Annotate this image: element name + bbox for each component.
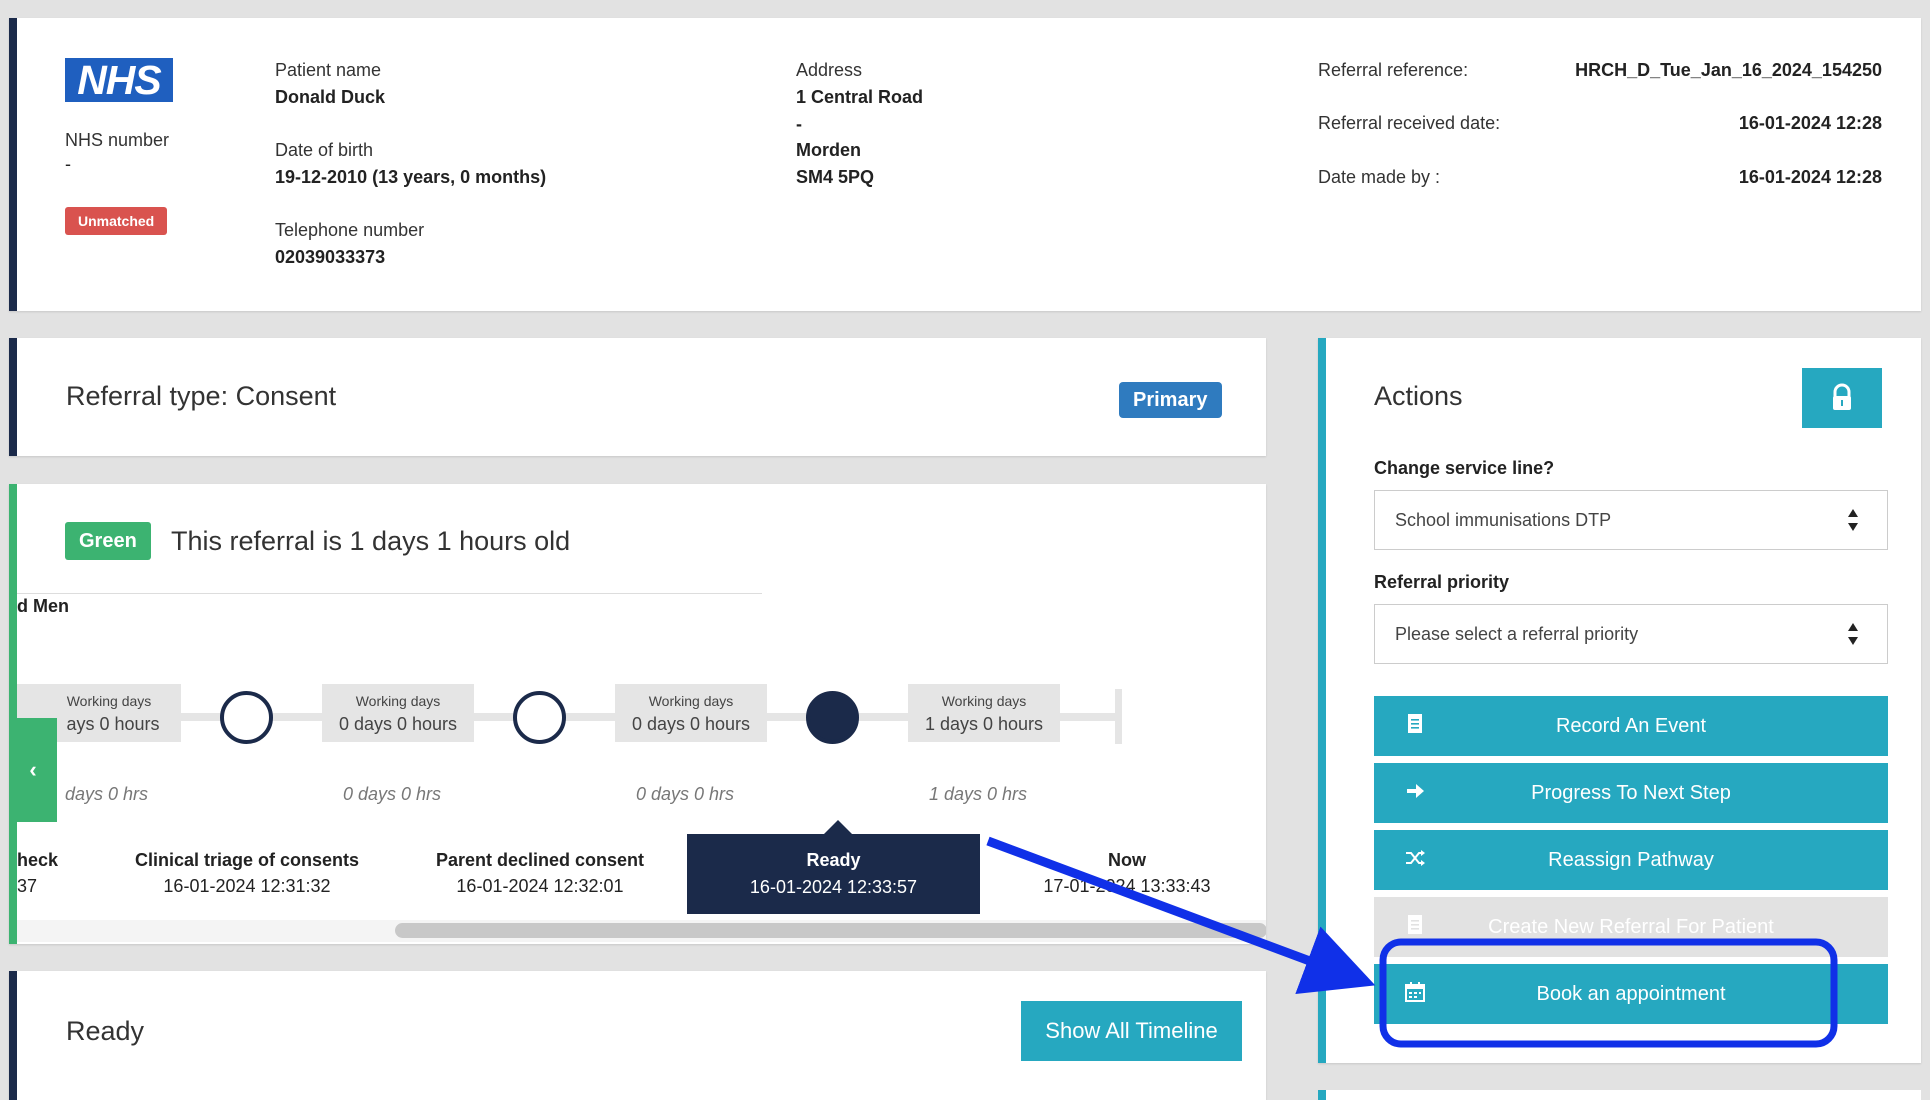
book-appointment-button[interactable]: Book an appointment (1374, 964, 1888, 1024)
chevron-left-icon: ‹ (29, 757, 37, 782)
progress-to-next-step-button[interactable]: Progress To Next Step (1374, 763, 1888, 823)
event-name: heck (17, 850, 59, 870)
arrow-right-icon (1407, 784, 1424, 798)
nhs-number-label: NHS number (65, 130, 170, 150)
event-name: Now (1108, 850, 1146, 870)
primary-badge: Primary (1119, 382, 1222, 418)
duration-value: 1 days 0 hours (924, 714, 1044, 734)
service-line-label: Change service line? (1374, 458, 1555, 478)
clipped-heading: d Men (17, 596, 69, 616)
date-made-by-value: 16-01-2024 12:28 (1738, 167, 1882, 187)
referral-reference-value: HRCH_D_Tue_Jan_16_2024_154250 (1575, 60, 1882, 80)
book-appointment-label: Book an appointment (1536, 983, 1726, 1005)
timeline-prev-button[interactable]: ‹ (9, 718, 57, 822)
address-line-2: - (796, 114, 802, 134)
duration-italic: 1 days 0 hrs (929, 784, 1028, 804)
referral-type-title: Referral type: Consent (66, 381, 337, 411)
event-date: 16-01-2024 12:32:01 (456, 876, 624, 896)
patient-name-label: Patient name (275, 60, 382, 80)
reassign-pathway-button[interactable]: Reassign Pathway (1374, 830, 1888, 890)
shuffle-icon (1406, 850, 1425, 866)
timeline-end-marker (1115, 689, 1122, 744)
nhs-logo: NHS (65, 58, 173, 102)
next-panel-edge (1318, 1090, 1921, 1100)
service-line-value: School immunisations DTP (1395, 510, 1612, 530)
event-date: 16-01-2024 12:31:32 (163, 876, 331, 896)
lock-icon (1833, 383, 1851, 410)
received-date-value: 16-01-2024 12:28 (1738, 113, 1882, 133)
duration-caption: Working days (648, 693, 734, 709)
telephone-label: Telephone number (275, 220, 425, 240)
horizontal-scrollbar-thumb[interactable] (395, 923, 1266, 938)
document-icon (1408, 915, 1422, 934)
duration-box: Working days 0 days 0 hours (615, 684, 767, 742)
record-an-event-label: Record An Event (1555, 715, 1707, 737)
duration-caption: Working days (355, 693, 441, 709)
sort-caret-icon (1848, 623, 1858, 645)
reassign-pathway-label: Reassign Pathway (1548, 849, 1714, 871)
lock-button[interactable] (1802, 368, 1882, 428)
event-date: 37 (17, 876, 38, 896)
service-line-select[interactable]: School immunisations DTP (1374, 490, 1888, 550)
nhs-number-value: - (65, 154, 71, 174)
dob-value: 19-12-2010 (13 years, 0 months) (275, 167, 547, 187)
rag-status-badge: Green (65, 522, 151, 560)
referral-timeline-card: Green This referral is 1 days 1 hours ol… (9, 484, 1266, 944)
address-line-3: Morden (796, 140, 861, 160)
referral-priority-placeholder: Please select a referral priority (1395, 624, 1639, 644)
duration-value: 0 days 0 hours (338, 714, 458, 734)
address-label: Address (796, 60, 863, 80)
referral-type-card: Referral type: Consent Primary (9, 338, 1266, 456)
event-name: Parent declined consent (435, 850, 645, 870)
referral-priority-label: Referral priority (1374, 572, 1510, 592)
referral-reference-label: Referral reference: (1318, 60, 1469, 80)
patient-header-card: NHS NHS number - Unmatched Patient name … (9, 18, 1921, 311)
patient-name-value: Donald Duck (275, 87, 386, 107)
address-postcode: SM4 5PQ (796, 167, 875, 187)
duration-box: Working days 1 days 0 hours (908, 684, 1060, 742)
duration-italic: 0 days 0 hrs (343, 784, 442, 804)
duration-italic: days 0 hrs (65, 784, 149, 804)
current-step-card: Ready Show All Timeline (9, 971, 1266, 1100)
current-event-box[interactable]: Ready 16-01-2024 12:33:57 (687, 834, 980, 914)
current-step-pointer (824, 820, 852, 834)
divider (17, 593, 762, 594)
event-date: 17-01-2024 13:33:43 (1043, 876, 1211, 896)
timeline-node[interactable] (513, 691, 566, 744)
event-name: Clinical triage of consents (134, 850, 360, 870)
duration-box: Working days 0 days 0 hours (322, 684, 474, 742)
timeline-node-current[interactable] (806, 691, 859, 744)
create-new-referral-label: Create New Referral For Patient (1488, 916, 1774, 938)
document-icon (1408, 714, 1422, 733)
duration-caption: Working days (66, 693, 152, 709)
duration-caption: Working days (941, 693, 1027, 709)
referral-age-text: This referral is 1 days 1 hours old (171, 526, 571, 556)
sort-caret-icon (1848, 509, 1858, 531)
record-an-event-button[interactable]: Record An Event (1374, 696, 1888, 756)
current-step-title: Ready (66, 1016, 145, 1046)
show-all-timeline-button[interactable]: Show All Timeline (1021, 1001, 1242, 1061)
timeline-node[interactable] (220, 691, 273, 744)
create-new-referral-button[interactable]: Create New Referral For Patient (1374, 897, 1888, 957)
calendar-icon (1405, 982, 1425, 1002)
progress-to-next-step-label: Progress To Next Step (1531, 782, 1731, 804)
date-made-by-label: Date made by : (1318, 167, 1441, 187)
dob-label: Date of birth (275, 140, 374, 160)
referral-priority-select[interactable]: Please select a referral priority (1374, 604, 1888, 664)
actions-panel: Actions Change service line? School immu… (1318, 338, 1921, 1063)
duration-italic: 0 days 0 hrs (636, 784, 735, 804)
telephone-value: 02039033373 (275, 247, 386, 267)
actions-title: Actions (1374, 381, 1463, 411)
unmatched-badge: Unmatched (65, 207, 168, 235)
event-name: Ready (806, 850, 861, 870)
received-date-label: Referral received date: (1318, 113, 1501, 133)
duration-value: 0 days 0 hours (631, 714, 751, 734)
address-line-1: 1 Central Road (796, 87, 924, 107)
event-date: 16-01-2024 12:33:57 (749, 877, 918, 897)
